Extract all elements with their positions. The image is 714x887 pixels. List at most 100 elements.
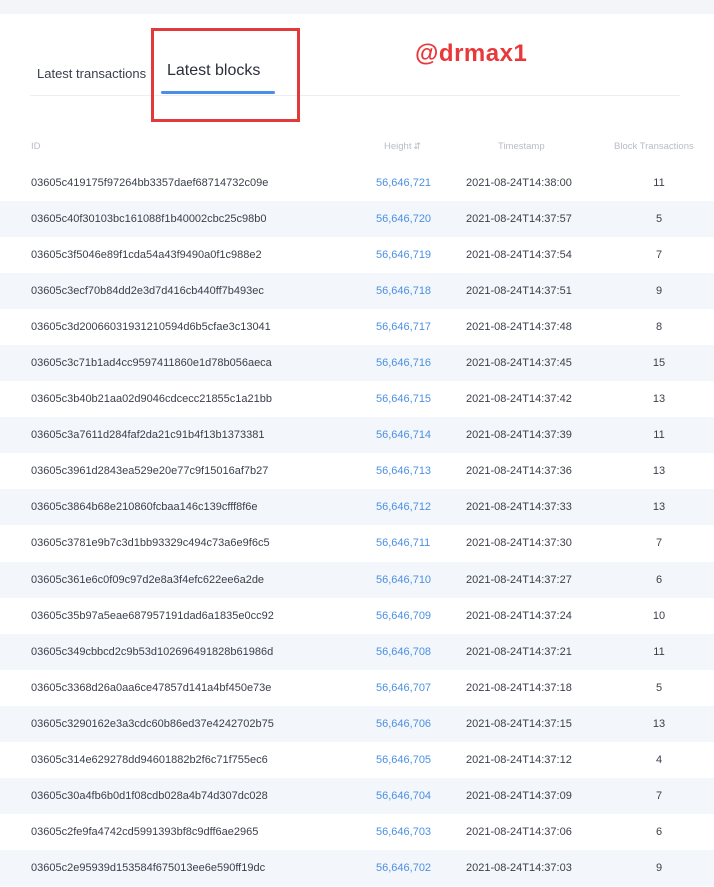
block-height-link[interactable]: 56,646,707 [376,682,431,694]
block-height-link[interactable]: 56,646,712 [376,501,431,513]
table-row[interactable]: 03605c3ecf70b84dd2e3d7d416cb440ff7b493ec… [0,273,714,310]
table-row[interactable]: 03605c2e95939d153584f675013ee6e590ff19dc… [0,849,714,886]
block-timestamp: 2021-08-24T14:37:57 [466,213,572,226]
sort-icon[interactable]: ⇵ [413,141,421,151]
block-transaction-count: 11 [653,177,665,190]
block-id: 03605c3290162e3a3cdc60b86ed37e4242702b75 [31,717,274,730]
table-row[interactable]: 03605c40f30103bc161088f1b40002cbc25c98b0… [0,201,714,238]
block-transaction-count: 8 [655,321,663,334]
block-transaction-count: 5 [655,681,663,694]
block-timestamp: 2021-08-24T14:37:54 [466,249,572,262]
block-id: 03605c314e629278dd94601882b2f6c71f755ec6 [31,753,268,766]
watermark-text: @drmax1 [415,40,528,67]
block-transaction-count: 9 [655,861,663,874]
block-height-link[interactable]: 56,646,721 [376,177,431,189]
block-transaction-count: 13 [652,393,666,406]
block-height-link[interactable]: 56,646,716 [376,357,431,369]
block-id: 03605c3c71b1ad4cc9597411860e1d78b056aeca [31,357,272,370]
block-height-link[interactable]: 56,646,702 [376,862,431,874]
block-height-link[interactable]: 56,646,714 [376,429,431,441]
block-transaction-count: 6 [655,573,663,586]
block-transaction-count: 7 [655,789,663,802]
table-row[interactable]: 03605c35b97a5eae687957191dad6a1835e0cc92… [0,598,714,634]
table-row[interactable]: 03605c3290162e3a3cdc60b86ed37e4242702b75… [0,705,714,742]
block-height-link[interactable]: 56,646,713 [376,465,431,477]
block-height-link[interactable]: 56,646,720 [376,213,431,225]
table-row[interactable]: 03605c3781e9b7c3d1bb93329c494c73a6e9f6c5… [0,525,714,561]
column-header-timestamp: Timestamp [498,141,545,152]
column-header-height[interactable]: Height ⇵ [384,141,421,152]
block-id: 03605c349cbbcd2c9b53d102696491828b61986d [31,645,274,658]
block-timestamp: 2021-08-24T14:37:27 [466,573,572,586]
block-timestamp: 2021-08-24T14:37:03 [466,861,572,874]
block-timestamp: 2021-08-24T14:37:51 [466,285,572,298]
block-transaction-count: 13 [652,717,666,730]
column-header-id: ID [31,141,41,152]
block-transaction-count: 10 [652,609,666,622]
block-height-link[interactable]: 56,646,717 [376,321,431,333]
table-row[interactable]: 03605c3961d2843ea529e20e77c9f15016af7b27… [0,453,714,489]
block-timestamp: 2021-08-24T14:37:42 [466,393,572,406]
block-height-link[interactable]: 56,646,705 [376,754,431,766]
block-height-link[interactable]: 56,646,710 [376,574,431,586]
block-timestamp: 2021-08-24T14:37:39 [466,429,572,442]
table-row[interactable]: 03605c3d20066031931210594d6b5cfae3c13041… [0,309,714,345]
blocks-table: 03605c419175f97264bb3357daef68714732c09e… [0,165,714,886]
block-height-link[interactable]: 56,646,711 [376,537,430,549]
block-id: 03605c40f30103bc161088f1b40002cbc25c98b0 [31,213,267,226]
table-row[interactable]: 03605c3c71b1ad4cc9597411860e1d78b056aeca… [0,345,714,382]
block-timestamp: 2021-08-24T14:37:15 [466,717,572,730]
block-height-link[interactable]: 56,646,719 [376,249,431,261]
block-timestamp: 2021-08-24T14:38:00 [466,177,572,190]
block-transaction-count: 4 [655,753,663,766]
tab-latest-transactions[interactable]: Latest transactions [37,66,146,81]
block-transaction-count: 13 [652,501,666,514]
table-row[interactable]: 03605c3864b68e210860fcbaa146c139cfff8f6e… [0,489,714,526]
table-row[interactable]: 03605c349cbbcd2c9b53d102696491828b61986d… [0,633,714,670]
block-id: 03605c419175f97264bb3357daef68714732c09e [31,177,269,190]
block-transaction-count: 11 [653,429,665,442]
block-height-link[interactable]: 56,646,708 [376,646,431,658]
block-transaction-count: 9 [655,285,663,298]
table-row[interactable]: 03605c2fe9fa4742cd5991393bf8c9dff6ae2965… [0,814,714,850]
block-timestamp: 2021-08-24T14:37:21 [466,645,572,658]
block-height-link[interactable]: 56,646,706 [376,718,431,730]
block-timestamp: 2021-08-24T14:37:24 [466,609,572,622]
block-transaction-count: 7 [655,537,663,550]
block-id: 03605c3d20066031931210594d6b5cfae3c13041 [31,321,271,334]
tab-bar: Latest transactions Latest blocks [30,40,680,96]
block-transaction-count: 7 [655,249,663,262]
table-row[interactable]: 03605c3368d26a0aa6ce47857d141a4bf450e73e… [0,670,714,706]
table-row[interactable]: 03605c3f5046e89f1cda54a43f9490a0f1c988e2… [0,237,714,273]
block-timestamp: 2021-08-24T14:37:48 [466,321,572,334]
column-header-block-transactions: Block Transactions [614,141,694,152]
block-transaction-count: 13 [652,465,666,478]
block-timestamp: 2021-08-24T14:37:18 [466,681,572,694]
block-id: 03605c2e95939d153584f675013ee6e590ff19dc [31,861,266,874]
block-height-link[interactable]: 56,646,703 [376,826,431,838]
block-timestamp: 2021-08-24T14:37:09 [466,789,572,802]
block-id: 03605c3f5046e89f1cda54a43f9490a0f1c988e2 [31,249,262,262]
table-row[interactable]: 03605c3b40b21aa02d9046cdcecc21855c1a21bb… [0,381,714,417]
block-height-link[interactable]: 56,646,715 [376,393,431,405]
block-transaction-count: 15 [652,357,666,370]
block-height-link[interactable]: 56,646,709 [376,610,431,622]
block-height-link[interactable]: 56,646,718 [376,285,431,297]
table-row[interactable]: 03605c30a4fb6b0d1f08cdb028a4b74d307dc028… [0,777,714,814]
block-timestamp: 2021-08-24T14:37:30 [466,537,572,550]
block-id: 03605c3b40b21aa02d9046cdcecc21855c1a21bb [31,393,273,406]
table-row[interactable]: 03605c361e6c0f09c97d2e8a3f4efc622ee6a2de… [0,561,714,598]
block-timestamp: 2021-08-24T14:37:12 [466,753,572,766]
block-transaction-count: 6 [655,825,663,838]
table-row[interactable]: 03605c419175f97264bb3357daef68714732c09e… [0,165,714,201]
table-row[interactable]: 03605c314e629278dd94601882b2f6c71f755ec6… [0,742,714,778]
block-id: 03605c2fe9fa4742cd5991393bf8c9dff6ae2965 [31,825,259,838]
block-height-link[interactable]: 56,646,704 [376,790,431,802]
block-transaction-count: 5 [655,213,663,226]
block-id: 03605c3864b68e210860fcbaa146c139cfff8f6e [31,501,258,514]
block-id: 03605c35b97a5eae687957191dad6a1835e0cc92 [31,609,274,622]
block-id: 03605c3781e9b7c3d1bb93329c494c73a6e9f6c5 [31,537,270,550]
block-id: 03605c3a7611d284faf2da21c91b4f13b1373381 [31,429,265,442]
block-id: 03605c3368d26a0aa6ce47857d141a4bf450e73e [31,681,272,694]
table-row[interactable]: 03605c3a7611d284faf2da21c91b4f13b1373381… [0,417,714,454]
